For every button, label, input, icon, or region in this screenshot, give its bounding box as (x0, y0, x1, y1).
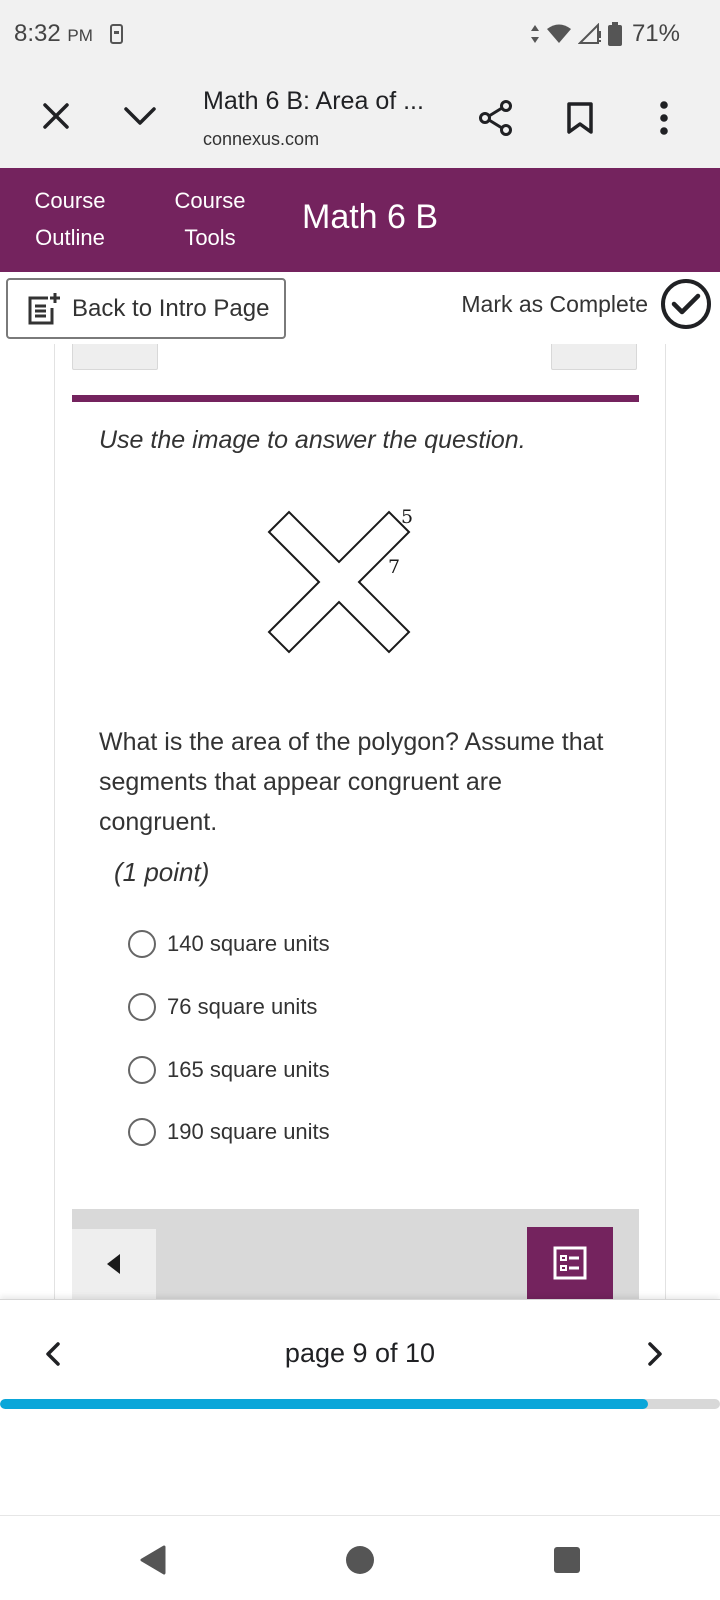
share-icon (479, 100, 512, 136)
radio-button[interactable] (128, 1118, 156, 1146)
chevron-right-icon (648, 1342, 662, 1366)
course-title: Math 6 B (302, 198, 439, 236)
side-label-short: 5 (401, 506, 413, 528)
answer-option[interactable]: 190 square units (128, 1118, 330, 1146)
page-navigator: page 9 of 10 (0, 1299, 720, 1515)
cross-polygon-figure: 5 7 (267, 506, 413, 654)
status-bar: 8:32 PM 71% (0, 0, 720, 70)
next-page-button[interactable] (640, 1334, 670, 1374)
status-icons: 71% (530, 20, 680, 48)
close-icon (43, 103, 69, 129)
course-header: Course Outline Course Tools Math 6 B (0, 168, 720, 272)
back-to-intro-label: Back to Intro Page (72, 294, 270, 322)
note-add-icon (28, 292, 60, 324)
page-indicator: page 9 of 10 (284, 1338, 436, 1368)
system-home-button[interactable] (340, 1540, 380, 1580)
progress-bar (0, 1399, 720, 1409)
checklist-icon (553, 1246, 587, 1280)
question-text: What is the area of the polygon? Assume … (99, 728, 604, 836)
question-list-button[interactable] (527, 1227, 613, 1299)
page-url: connexus.com (203, 129, 320, 149)
bookmark-icon (567, 102, 593, 134)
question-card: ​ Use the image to answer the question. … (54, 344, 666, 1299)
bookmark-button[interactable] (560, 98, 600, 138)
status-time-value: 8:32 (14, 20, 61, 47)
more-vert-icon (660, 101, 668, 135)
course-tools-line2: Tools (184, 225, 236, 250)
course-outline-line1: Course (34, 188, 106, 213)
course-tools-line1: Course (174, 188, 246, 213)
battery-percent: 71% (631, 20, 680, 47)
cross-polygon (267, 510, 411, 654)
course-outline-link[interactable]: Course Outline (30, 182, 110, 256)
minimize-tab-button[interactable] (120, 98, 160, 134)
close-tab-button[interactable] (38, 98, 74, 134)
radio-button[interactable] (128, 930, 156, 958)
previous-question-button[interactable] (72, 1229, 156, 1299)
side-label-long: 7 (388, 556, 400, 578)
question-instruction: Use the image to answer the question. (99, 426, 526, 454)
status-time-ampm: PM (67, 26, 93, 45)
answer-label: 165 square units (167, 1057, 330, 1082)
browser-toolbar: Math 6 B: Area of ... connexus.com (0, 70, 720, 168)
system-recents-button[interactable] (547, 1540, 587, 1580)
answer-label: 76 square units (167, 994, 318, 1019)
more-options-button[interactable] (646, 98, 682, 138)
share-button[interactable] (476, 98, 516, 138)
recents-square-icon (554, 1547, 580, 1573)
status-time: 8:32 PM (14, 20, 93, 48)
system-back-button[interactable] (133, 1540, 173, 1580)
page-title: Math 6 B: Area of ... (203, 87, 424, 115)
answer-option[interactable]: 76 square units (128, 993, 317, 1021)
radio-button[interactable] (128, 1056, 156, 1084)
question-points: (1 point) (114, 857, 210, 887)
card-divider (72, 395, 639, 402)
battery-icon (607, 22, 622, 46)
chevron-down-icon (124, 107, 156, 125)
check-circle-icon (661, 279, 711, 329)
data-arrows-icon (530, 25, 539, 43)
back-triangle-icon (140, 1545, 166, 1575)
answer-option[interactable]: 165 square units (128, 1056, 330, 1084)
mark-complete-label: Mark as Complete (461, 290, 648, 317)
system-nav-bar (0, 1515, 720, 1600)
answer-option[interactable]: 140 square units (128, 930, 330, 958)
radio-button[interactable] (128, 993, 156, 1021)
intro-row: Back to Intro Page Mark as Complete (0, 272, 720, 344)
answer-label: 140 square units (167, 931, 330, 956)
course-outline-line2: Outline (35, 225, 105, 250)
phone-notification-icon (110, 24, 123, 44)
back-to-intro-button[interactable]: Back to Intro Page (6, 278, 286, 339)
calculator-button[interactable] (551, 344, 637, 370)
progress-fill (0, 1399, 648, 1409)
collapse-button[interactable] (72, 344, 158, 370)
wifi-icon (546, 24, 571, 43)
signal-icon (577, 23, 601, 44)
caret-left-icon (107, 1254, 120, 1274)
course-tools-link[interactable]: Course Tools (168, 182, 252, 256)
home-circle-icon (346, 1546, 374, 1574)
answer-label: 190 square units (167, 1119, 330, 1144)
card-footer (72, 1209, 639, 1299)
mark-complete-button[interactable]: Mark as Complete (461, 278, 712, 330)
